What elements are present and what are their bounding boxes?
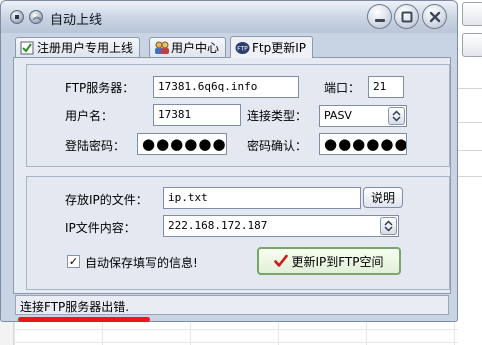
help-button[interactable]: 说明 [363,187,403,208]
maximize-icon [401,11,412,22]
updown-arrows-icon [384,220,393,232]
autosave-checkbox[interactable]: ✓ [67,255,80,268]
close-button[interactable] [422,4,447,29]
status-text: 连接FTP服务器出错. [20,300,130,314]
update-button-label: 更新IP到FTP空间 [291,254,384,269]
connection-type-select[interactable]: PASV [319,105,407,127]
dropdown-button[interactable] [388,107,405,125]
ftp-server-input[interactable]: 17381.6q6q.info [153,76,299,98]
check-icon: ✓ [68,255,79,268]
tab-panel-ftp: FTP服务器： 17381.6q6q.info 端口： 21 用户名： 1738… [13,57,451,294]
login-password-input[interactable]: ●●●●●● [137,133,227,155]
tab-label: Ftp更新IP [252,41,307,55]
confirm-password-input[interactable]: ●●●●●● [319,133,407,155]
port-label: 端口： [324,81,361,95]
svg-text:FTP: FTP [237,45,248,52]
window-title: 自动上线 [50,13,103,28]
connection-type-label: 连接类型： [247,109,308,123]
tab-label: 用户中心 [171,41,220,55]
red-highlight-underline [18,317,150,322]
ip-file-input[interactable]: ip.txt [163,187,361,209]
ip-content-select[interactable]: 222.168.172.187 [163,215,399,237]
background-toolbar-button[interactable] [462,33,482,57]
ftp-settings-group: FTP服务器： 17381.6q6q.info 端口： 21 用户名： 1738… [26,64,450,167]
ip-content-label: IP文件内容： [65,221,136,235]
ftp-server-label: FTP服务器： [65,81,135,95]
tab-registered-user-online[interactable]: 注册用户专用上线 [15,37,141,57]
maximize-button[interactable] [394,4,419,29]
dropdown-button[interactable] [380,217,397,235]
red-check-icon [274,254,289,267]
port-input[interactable]: 21 [368,76,404,98]
background-row-line [458,176,482,177]
updown-arrows-icon [392,110,401,122]
background-row-line [458,150,482,151]
autosave-label: 自动保存填写的信息! [85,256,198,270]
minimize-icon [374,18,385,22]
close-icon [429,11,440,22]
checklist-icon [20,41,34,55]
tab-user-center[interactable]: 用户中心 [149,37,227,57]
status-bar: 连接FTP服务器出错. [15,295,449,315]
ip-file-group: 存放IP的文件： ip.txt 说明 IP文件内容： 222.168.172.1… [26,176,450,290]
background-toolbar-button[interactable] [462,2,482,26]
window-menu-icon[interactable] [10,10,24,24]
login-password-label: 登陆密码： [65,139,126,153]
minimize-button[interactable] [367,4,392,29]
background-row-line [458,88,482,89]
ftp-icon: FTP [235,41,250,55]
auto-online-window: ︽ 自动上线 注册用户专用上线 用户中心 FTP Ftp更新IP FTP服务器：… [0,0,458,322]
username-input[interactable]: 17381 [153,104,241,126]
ip-content-value: 222.168.172.187 [168,219,268,232]
background-row-line [458,122,482,123]
update-ip-to-ftp-button[interactable]: 更新IP到FTP空间 [257,247,401,275]
confirm-password-label: 密码确认： [247,139,308,153]
username-label: 用户名： [65,109,114,123]
users-icon [154,41,169,55]
tab-label: 注册用户专用上线 [37,41,134,55]
title-bar[interactable]: ︽ 自动上线 [1,1,457,33]
rollup-chevron-icon[interactable]: ︽ [29,10,43,24]
ip-file-label: 存放IP的文件： [65,193,148,207]
tab-ftp-update-ip[interactable]: FTP Ftp更新IP [230,36,314,58]
connection-type-value: PASV [324,109,352,122]
